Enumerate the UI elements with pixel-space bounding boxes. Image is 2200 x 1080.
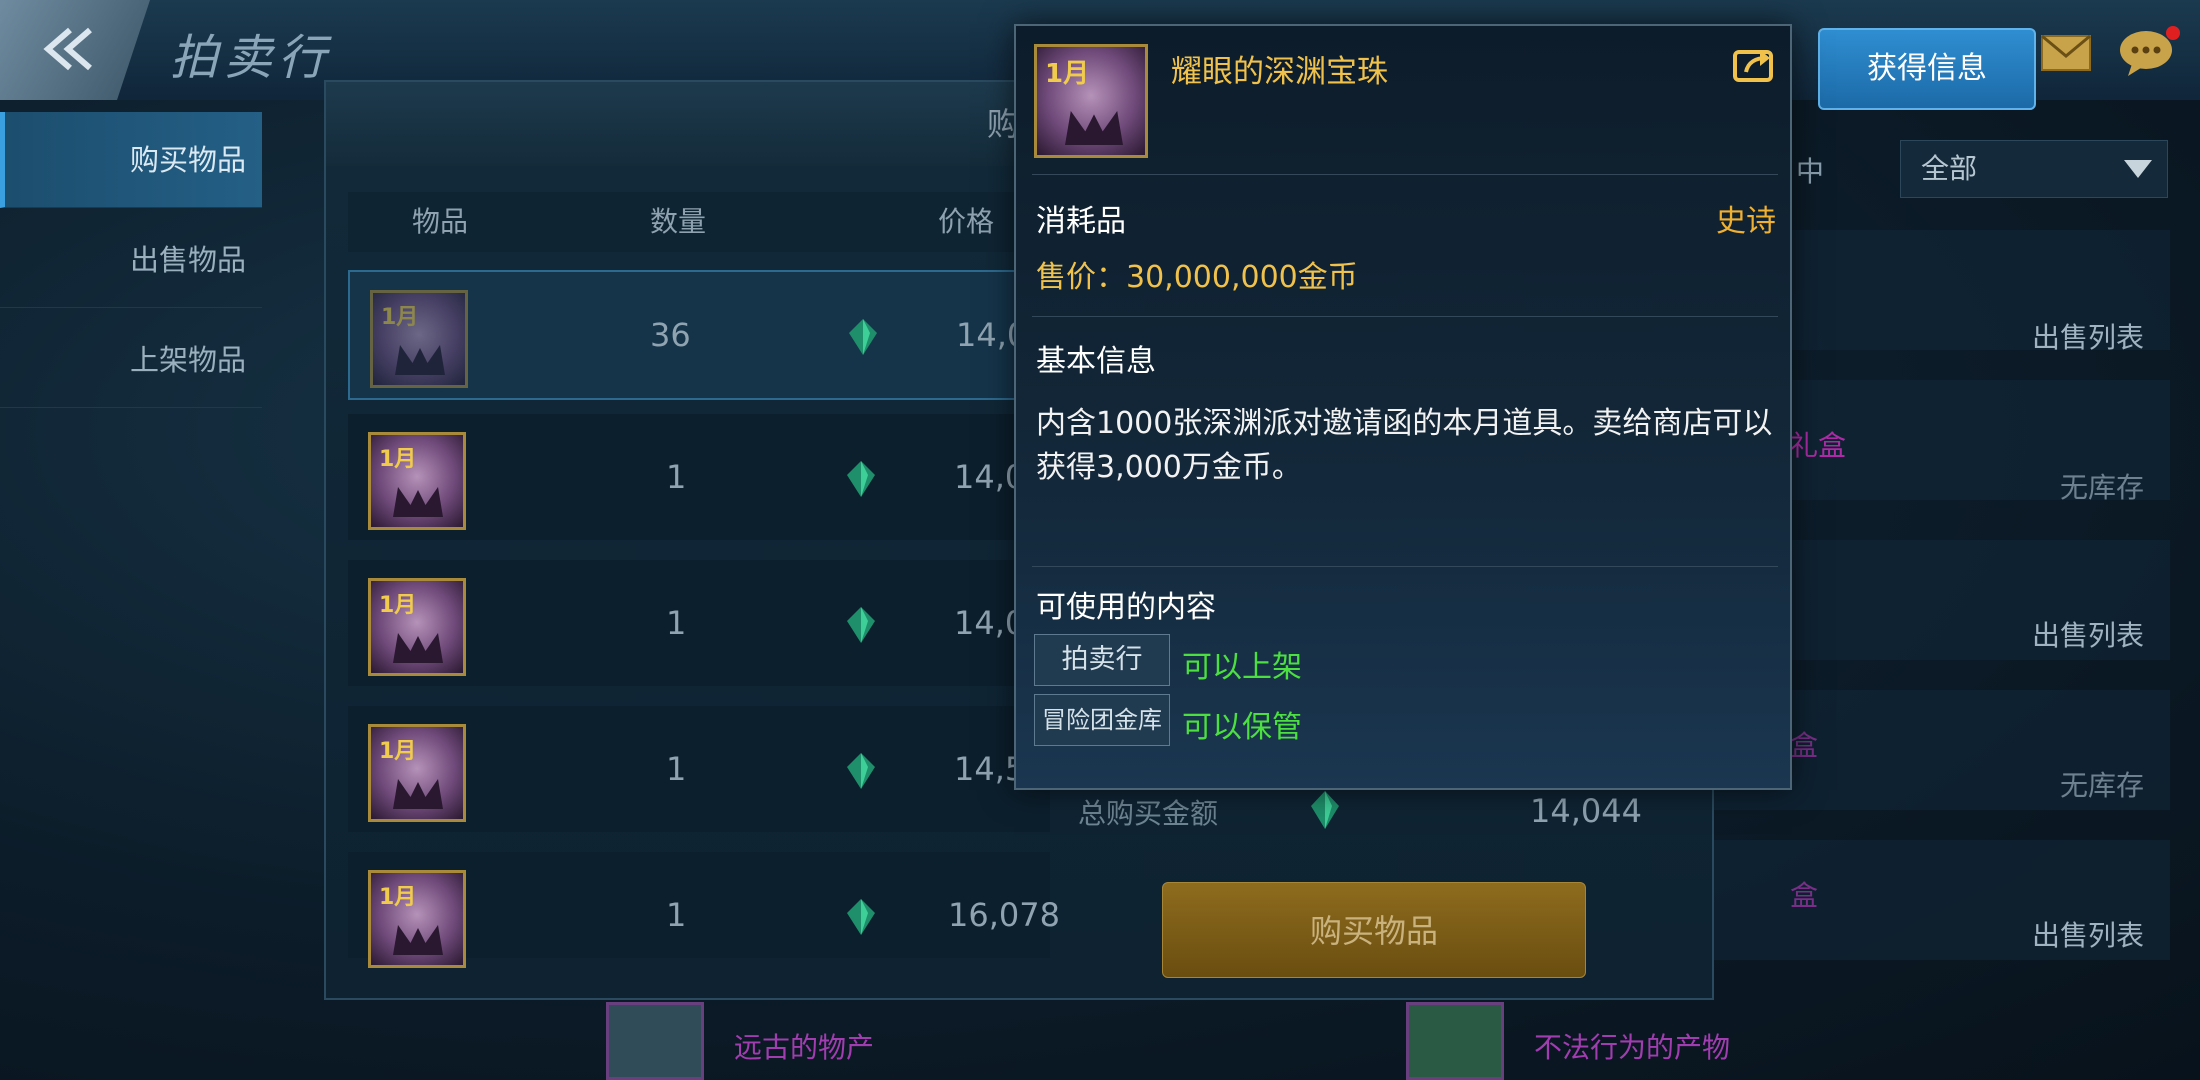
usable-status-guild-vault: 可以保管: [1182, 710, 1302, 745]
table-header: 物品 数量 价格: [348, 192, 1048, 252]
item-tooltip: 1月 耀眼的深渊宝珠 消耗品 史诗 售价：30,000,000金币 基本信息 内…: [1014, 24, 1792, 790]
get-info-button[interactable]: 获得信息: [1818, 28, 2036, 110]
page-title: 拍卖行: [170, 30, 333, 86]
gem-icon: [847, 899, 875, 935]
table-row[interactable]: 1月 1 14,04: [348, 414, 1050, 540]
divider: [1032, 566, 1778, 567]
list-item-name: 盒: [1790, 729, 1819, 762]
list-status: 出售列表: [2032, 321, 2145, 354]
list-item-name: 盒: [1790, 879, 1819, 912]
mail-icon[interactable]: [2040, 34, 2092, 72]
item-thumbnail: [606, 1002, 704, 1080]
table-row[interactable]: 1月 1 14,04: [348, 560, 1050, 686]
usable-tag-auction: 拍卖行: [1034, 634, 1170, 686]
divider: [1032, 174, 1778, 175]
total-value: 14,044: [1530, 792, 1642, 830]
nav-listed-items[interactable]: 上架物品: [0, 312, 262, 408]
gem-icon: [1311, 791, 1339, 829]
gem-icon: [847, 753, 875, 789]
notification-dot: [2166, 26, 2180, 40]
item-thumbnail: 1月: [368, 578, 466, 676]
item-category: 消耗品: [1036, 204, 1126, 239]
nav-sell-items[interactable]: 出售物品: [0, 212, 262, 308]
row-quantity: 36: [650, 316, 691, 354]
column-item: 物品: [412, 205, 469, 238]
table-row[interactable]: 1月 36 14,04: [348, 270, 1054, 400]
list-item-name: 不法行为的产物: [1534, 1031, 1731, 1064]
filter-label: 中: [1796, 155, 1825, 188]
item-thumbnail: 1月: [368, 432, 466, 530]
gem-icon: [847, 607, 875, 643]
usable-tag-guild-vault: 冒险团金库: [1034, 694, 1170, 746]
table-row[interactable]: 1月 1 16,078: [348, 852, 1060, 968]
gem-icon: [849, 319, 877, 355]
list-item-name: 远古的物产: [734, 1031, 875, 1064]
table-row[interactable]: 1月 1 14,52: [348, 706, 1050, 832]
total-label: 总购买金额: [1078, 797, 1219, 830]
item-rarity: 史诗: [1716, 204, 1776, 239]
item-thumbnail: 1月: [368, 724, 466, 822]
row-quantity: 1: [666, 750, 687, 788]
item-thumbnail: 1月: [1034, 44, 1148, 158]
item-title: 耀眼的深渊宝珠: [1171, 54, 1388, 90]
basic-info-title: 基本信息: [1036, 344, 1156, 379]
item-sell-price: 售价：30,000,000金币: [1036, 260, 1358, 295]
usable-content-title: 可使用的内容: [1036, 590, 1216, 625]
item-thumbnail: 1月: [368, 870, 466, 968]
row-quantity: 1: [666, 896, 687, 934]
list-status: 无库存: [2060, 471, 2145, 504]
row-quantity: 1: [666, 458, 687, 496]
item-image: 1月: [1034, 44, 1148, 158]
share-icon[interactable]: [1732, 44, 1776, 84]
chevron-down-icon: [2124, 160, 2152, 178]
list-status: 出售列表: [2032, 619, 2145, 652]
item-description: 内含1000张深渊派对邀请函的本月道具。卖给商店可以获得3,000万金币。: [1036, 406, 1773, 485]
row-price: 16,078: [948, 896, 1060, 934]
item-thumbnail: 1月: [370, 290, 468, 388]
item-thumbnail: [1406, 1002, 1504, 1080]
row-quantity: 1: [666, 604, 687, 642]
left-nav: 购买物品 出售物品 上架物品: [0, 112, 262, 412]
buy-button[interactable]: 购买物品: [1162, 882, 1586, 978]
list-status: 出售列表: [2032, 919, 2145, 952]
list-item-name: 礼盒: [1790, 429, 1847, 462]
list-status: 无库存: [2060, 769, 2145, 802]
divider: [1032, 316, 1778, 317]
column-quantity: 数量: [650, 205, 707, 238]
back-arrow-icon: [43, 27, 92, 71]
usable-status-auction: 可以上架: [1182, 650, 1302, 685]
gem-icon: [847, 461, 875, 497]
column-price: 价格: [938, 205, 995, 238]
nav-buy-items[interactable]: 购买物品: [0, 112, 262, 208]
